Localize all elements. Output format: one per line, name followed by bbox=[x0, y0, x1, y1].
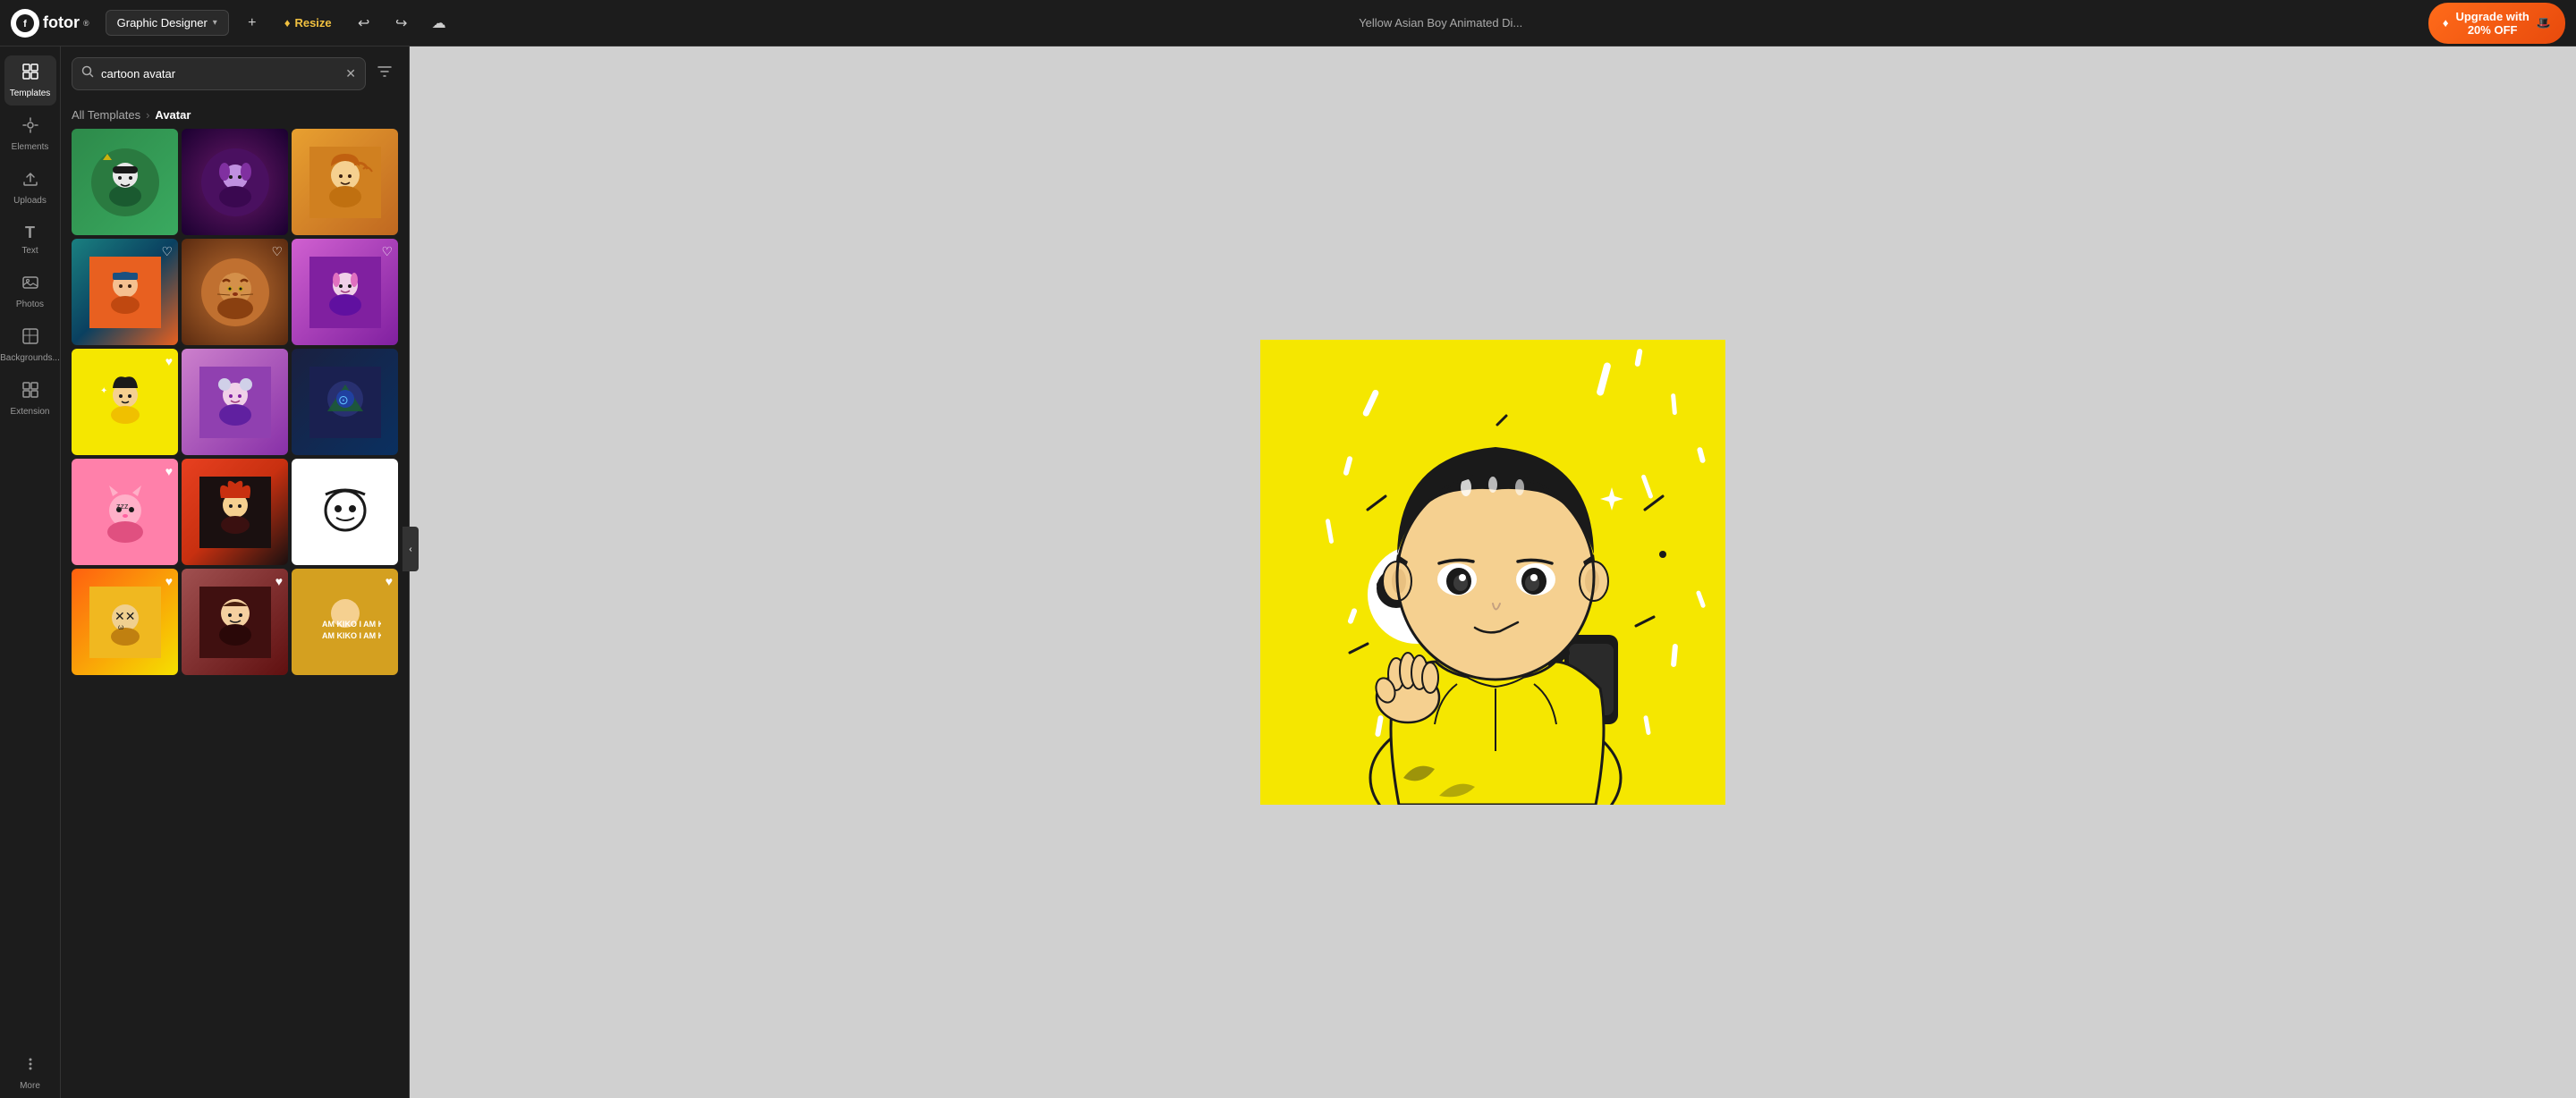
heart-badge: ♡ bbox=[271, 244, 283, 259]
template-item[interactable] bbox=[292, 129, 398, 235]
heart-badge: ♥ bbox=[386, 574, 393, 588]
logo[interactable]: f fotor ® bbox=[11, 9, 89, 38]
designer-label: Graphic Designer bbox=[117, 16, 208, 30]
add-button[interactable]: + bbox=[238, 9, 267, 38]
canvas-area[interactable] bbox=[410, 46, 2576, 1098]
text-icon: T bbox=[25, 224, 35, 242]
template-item[interactable] bbox=[72, 129, 178, 235]
template-item[interactable] bbox=[182, 129, 288, 235]
sidebar-item-uploads[interactable]: Uploads bbox=[4, 163, 56, 213]
upgrade-label: Upgrade with 20% OFF bbox=[2455, 10, 2529, 37]
logo-text: fotor bbox=[43, 13, 80, 32]
template-item[interactable]: ♥ ✕✕ ω bbox=[72, 569, 178, 675]
svg-text:f: f bbox=[23, 19, 27, 30]
extension-label: Extension bbox=[11, 407, 50, 417]
redo-button[interactable]: ↪ bbox=[387, 9, 416, 38]
breadcrumb-sep: › bbox=[146, 108, 149, 122]
breadcrumb-parent-link[interactable]: All Templates bbox=[72, 108, 140, 122]
logo-sup: ® bbox=[83, 19, 89, 28]
graphic-designer-button[interactable]: Graphic Designer ▾ bbox=[106, 10, 229, 36]
sidebar-item-extension[interactable]: Extension bbox=[4, 374, 56, 424]
navbar: f fotor ® Graphic Designer ▾ + ♦ Resize … bbox=[0, 0, 2576, 46]
heart-badge: ♥ bbox=[165, 464, 173, 478]
heart-badge: ♥ bbox=[386, 464, 393, 478]
doc-title: Yellow Asian Boy Animated Di... bbox=[462, 16, 2419, 30]
template-item[interactable]: ♥ ✦ bbox=[72, 349, 178, 455]
backgrounds-label: Backgrounds... bbox=[0, 353, 60, 363]
upgrade-diamond-icon: ♦ bbox=[2443, 16, 2449, 30]
template-item[interactable] bbox=[182, 349, 288, 455]
more-icon bbox=[21, 1055, 39, 1077]
text-label: Text bbox=[21, 246, 38, 256]
upgrade-button[interactable]: ♦ Upgrade with 20% OFF 🎩 bbox=[2428, 3, 2565, 44]
templates-panel: ✕ All Templates › Avatar bbox=[61, 46, 410, 1098]
more-label: More bbox=[20, 1081, 40, 1091]
search-input[interactable] bbox=[101, 67, 338, 80]
heart-badge: ♥ bbox=[165, 354, 173, 368]
redo-icon: ↪ bbox=[395, 14, 407, 32]
heart-badge: ♡ bbox=[161, 244, 173, 259]
logo-icon: f bbox=[11, 9, 39, 38]
template-item[interactable]: ♥ bbox=[292, 459, 398, 565]
panel-collapse-button[interactable]: ‹ bbox=[402, 527, 419, 571]
sidebar-item-more[interactable]: More bbox=[4, 1048, 56, 1098]
chevron-left-icon: ‹ bbox=[409, 545, 411, 554]
backgrounds-icon bbox=[21, 327, 39, 350]
template-item[interactable]: ⊙ bbox=[292, 349, 398, 455]
breadcrumb: All Templates › Avatar bbox=[61, 101, 409, 129]
elements-icon bbox=[21, 116, 39, 139]
upload-button[interactable]: ☁ bbox=[425, 9, 453, 38]
template-item[interactable]: ♡ bbox=[292, 239, 398, 345]
undo-button[interactable]: ↩ bbox=[350, 9, 378, 38]
template-item[interactable] bbox=[182, 459, 288, 565]
upgrade-hat-icon: 🎩 bbox=[2537, 16, 2551, 30]
sidebar-item-photos[interactable]: Photos bbox=[4, 266, 56, 317]
filter-button[interactable] bbox=[371, 58, 398, 89]
cloud-upload-icon: ☁ bbox=[432, 14, 446, 32]
sidebar-item-elements[interactable]: Elements bbox=[4, 109, 56, 159]
resize-button[interactable]: ♦ Resize bbox=[275, 12, 341, 34]
left-sidebar: Templates Elements Uploads T Text bbox=[0, 46, 61, 1098]
search-area: ✕ bbox=[61, 46, 409, 101]
chevron-down-icon: ▾ bbox=[213, 18, 217, 28]
heart-badge: ♥ bbox=[165, 574, 173, 588]
templates-icon bbox=[21, 63, 39, 85]
artwork-canvas bbox=[1260, 340, 1725, 805]
sidebar-item-text[interactable]: T Text bbox=[4, 216, 56, 263]
clear-search-button[interactable]: ✕ bbox=[345, 66, 356, 81]
elements-label: Elements bbox=[12, 142, 49, 152]
template-item[interactable]: ♡ bbox=[182, 239, 288, 345]
breadcrumb-current: Avatar bbox=[155, 108, 191, 122]
sidebar-item-templates[interactable]: Templates bbox=[4, 55, 56, 106]
photos-label: Photos bbox=[16, 300, 44, 309]
sidebar-item-backgrounds[interactable]: Backgrounds... bbox=[4, 320, 56, 370]
undo-icon: ↩ bbox=[358, 14, 369, 32]
extension-icon bbox=[21, 381, 39, 403]
search-box: ✕ bbox=[72, 57, 366, 90]
heart-badge: ♥ bbox=[275, 574, 283, 588]
template-item[interactable]: ♥ bbox=[182, 569, 288, 675]
template-item[interactable]: ♡ bbox=[72, 239, 178, 345]
photos-icon bbox=[21, 274, 39, 296]
template-item[interactable]: ♥ zzz bbox=[72, 459, 178, 565]
template-grid: ♡ ♡ bbox=[61, 129, 409, 686]
templates-label: Templates bbox=[10, 89, 51, 98]
uploads-icon bbox=[21, 170, 39, 192]
template-item[interactable]: ♥ AM KIKO I AM KIKO AM KIKO I AM KIKO bbox=[292, 569, 398, 675]
plus-icon: + bbox=[248, 15, 256, 31]
diamond-icon: ♦ bbox=[284, 16, 291, 30]
uploads-label: Uploads bbox=[13, 196, 47, 206]
search-icon bbox=[81, 65, 94, 82]
heart-badge: ♡ bbox=[381, 244, 393, 259]
